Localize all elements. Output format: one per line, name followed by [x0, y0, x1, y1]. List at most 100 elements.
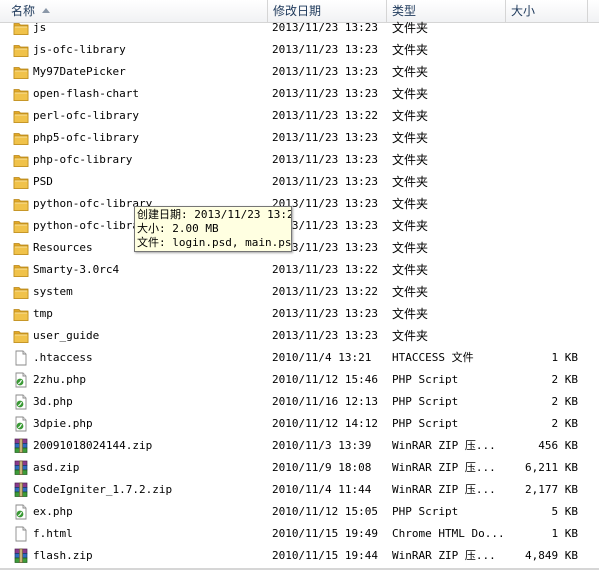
- file-type: 文件夹: [392, 21, 429, 35]
- file-date-modified: 2010/11/15 19:44: [272, 549, 378, 562]
- file-date-modified: 2013/11/23 13:23: [272, 175, 378, 188]
- file-row[interactable]: tmp 2013/11/23 13:23 文件夹: [0, 303, 599, 325]
- folder-icon: [13, 152, 29, 168]
- file-type: 文件夹: [392, 87, 429, 101]
- file-size: 6,211 KB: [525, 461, 578, 474]
- file-size: 2 KB: [551, 417, 579, 430]
- file-size: 1 KB: [551, 527, 579, 540]
- column-header-size-label: 大小: [511, 4, 536, 18]
- file-row[interactable]: PSD 2013/11/23 13:23 文件夹: [0, 171, 599, 193]
- file-row[interactable]: perl-ofc-library 2013/11/23 13:22 文件夹: [0, 105, 599, 127]
- file-row[interactable]: open-flash-chart 2013/11/23 13:23 文件夹: [0, 83, 599, 105]
- file-type: 文件夹: [392, 175, 429, 189]
- php-script-icon: [13, 372, 29, 388]
- file-name: f.html: [33, 527, 73, 540]
- file-date-modified: 2013/11/23 13:23: [272, 21, 378, 34]
- file-row[interactable]: CodeIgniter_1.7.2.zip 2010/11/4 11:44 WinR…: [0, 479, 599, 501]
- file-row[interactable]: js-ofc-library 2013/11/23 13:23 文件夹: [0, 39, 599, 61]
- file-type: 文件夹: [392, 307, 429, 321]
- tooltip-size-line: 大小: 2.00 MB: [137, 222, 219, 235]
- file-row[interactable]: flash.zip 2010/11/15 19:44 WinRAR ZIP 压...…: [0, 545, 599, 567]
- column-header-date-label: 修改日期: [273, 4, 322, 18]
- file-date-modified: 2010/11/12 15:05: [272, 505, 378, 518]
- file-type: PHP Script: [392, 505, 459, 518]
- file-name: 3d.php: [33, 395, 73, 408]
- folder-icon: [13, 306, 29, 322]
- folder-icon: [13, 130, 29, 146]
- file-type: WinRAR ZIP 压...: [392, 483, 496, 496]
- file-name: 2zhu.php: [33, 373, 86, 386]
- file-type: Chrome HTML Do...: [392, 527, 505, 540]
- file-date-modified: 2013/11/23 13:22: [272, 263, 378, 276]
- file-name: .htaccess: [33, 351, 93, 364]
- file-row[interactable]: Resources 2013/11/23 13:23 文件夹: [0, 237, 599, 259]
- folder-icon: [13, 196, 29, 212]
- file-row[interactable]: 3dpie.php 2010/11/12 14:12 PHP Script 2 KB: [0, 413, 599, 435]
- file-date-modified: 2010/11/16 12:13: [272, 395, 378, 408]
- winrar-zip-icon: [13, 438, 29, 454]
- file-size: 2,177 KB: [525, 483, 578, 496]
- file-size: 1 KB: [551, 351, 579, 364]
- file-row[interactable]: 20091018024144.zip 2010/11/3 13:39 WinRAR …: [0, 435, 599, 457]
- file-row[interactable]: system 2013/11/23 13:22 文件夹: [0, 281, 599, 303]
- file-type: HTACCESS 文件: [392, 351, 474, 364]
- file-name: php5-ofc-library: [33, 131, 139, 144]
- file-row[interactable]: asd.zip 2010/11/9 18:08 WinRAR ZIP 压... 6,2…: [0, 457, 599, 479]
- file-row[interactable]: ex.php 2010/11/12 15:05 PHP Script 5 KB: [0, 501, 599, 523]
- file-size: 2 KB: [551, 395, 579, 408]
- file-type: 文件夹: [392, 43, 429, 57]
- winrar-zip-icon: [13, 460, 29, 476]
- folder-icon: [13, 262, 29, 278]
- file-type: WinRAR ZIP 压...: [392, 461, 496, 474]
- folder-icon: [13, 174, 29, 190]
- file-type: 文件夹: [392, 109, 429, 123]
- file-type: 文件夹: [392, 219, 429, 233]
- file-row[interactable]: 2zhu.php 2010/11/12 15:46 PHP Script 2 KB: [0, 369, 599, 391]
- winrar-zip-icon: [13, 548, 29, 564]
- file-name: PSD: [33, 175, 53, 188]
- file-type: PHP Script: [392, 395, 459, 408]
- file-row[interactable]: php-ofc-library 2013/11/23 13:23 文件夹: [0, 149, 599, 171]
- blank-file-icon: [13, 526, 29, 542]
- folder-icon: [13, 328, 29, 344]
- file-name: Resources: [33, 241, 93, 254]
- file-row[interactable]: My97DatePicker 2013/11/23 13:23 文件夹: [0, 61, 599, 83]
- file-row[interactable]: 3d.php 2010/11/16 12:13 PHP Script 2 KB: [0, 391, 599, 413]
- file-type: WinRAR ZIP 压...: [392, 439, 496, 452]
- file-size: 5 KB: [551, 505, 579, 518]
- file-type: PHP Script: [392, 417, 459, 430]
- sort-ascending-icon: [42, 8, 50, 13]
- file-row[interactable]: python-ofc-library 2013/11/23 13:23 文件夹: [0, 193, 599, 215]
- file-type: 文件夹: [392, 153, 429, 167]
- column-header-name-label: 名称: [11, 4, 36, 18]
- file-date-modified: 2010/11/15 19:49: [272, 527, 378, 540]
- file-row[interactable]: js 2013/11/23 13:23 文件夹: [0, 17, 599, 39]
- php-script-icon: [13, 504, 29, 520]
- folder-icon: [13, 108, 29, 124]
- file-name: php-ofc-library: [33, 153, 133, 166]
- file-name: user_guide: [33, 329, 100, 342]
- file-name: js-ofc-library: [33, 43, 126, 56]
- file-row[interactable]: Smarty-3.0rc4 2013/11/23 13:22 文件夹: [0, 259, 599, 281]
- file-row[interactable]: .htaccess 2010/11/4 13:21 HTACCESS 文件 1 KB: [0, 347, 599, 369]
- file-date-modified: 2013/11/23 13:23: [272, 307, 378, 320]
- file-date-modified: 2010/11/3 13:39: [272, 439, 372, 452]
- file-type: 文件夹: [392, 285, 429, 299]
- file-type: 文件夹: [392, 329, 429, 343]
- file-type: 文件夹: [392, 241, 429, 255]
- file-row[interactable]: python-ofc-library 2013/11/23 13:23 文件夹: [0, 215, 599, 237]
- file-type: 文件夹: [392, 263, 429, 277]
- file-date-modified: 2013/11/23 13:23: [272, 153, 378, 166]
- file-name: open-flash-chart: [33, 87, 139, 100]
- file-row[interactable]: f.html 2010/11/15 19:49 Chrome HTML Do... 1…: [0, 523, 599, 545]
- file-row[interactable]: php5-ofc-library 2013/11/23 13:23 文件夹: [0, 127, 599, 149]
- file-row[interactable]: user_guide 2013/11/23 13:23 文件夹: [0, 325, 599, 347]
- file-size: 4,849 KB: [525, 549, 578, 562]
- file-date-modified: 2013/11/23 13:23: [272, 65, 378, 78]
- file-size: 456 KB: [538, 439, 578, 452]
- file-name: flash.zip: [33, 549, 93, 562]
- folder-icon: [13, 42, 29, 58]
- folder-icon: [13, 64, 29, 80]
- file-date-modified: 2010/11/4 13:21: [272, 351, 372, 364]
- folder-icon: [13, 284, 29, 300]
